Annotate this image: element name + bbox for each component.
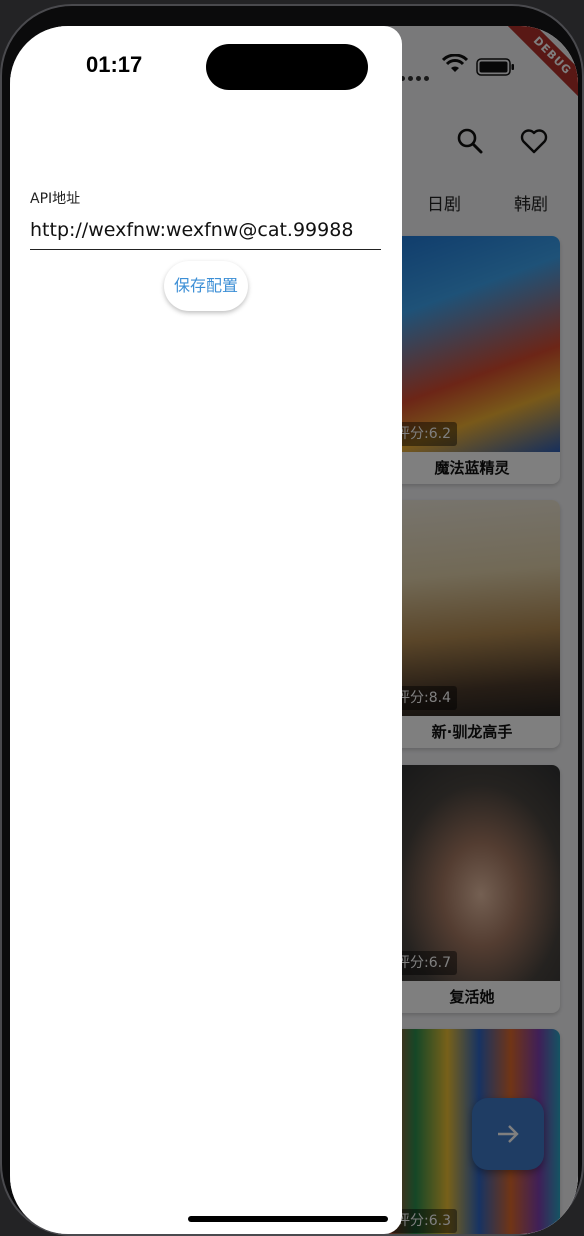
settings-drawer: 01:17 API地址 保存配置 bbox=[10, 26, 402, 1234]
phone-screen: DEBUG 日剧 韩剧 评分:6.2 魔法蓝精灵 bbox=[10, 26, 578, 1234]
home-indicator bbox=[188, 1216, 388, 1222]
save-config-button[interactable]: 保存配置 bbox=[164, 261, 248, 311]
api-url-label: API地址 bbox=[30, 191, 81, 207]
api-url-input[interactable] bbox=[30, 210, 381, 250]
phone-frame: DEBUG 日剧 韩剧 评分:6.2 魔法蓝精灵 bbox=[0, 4, 584, 1236]
status-time: 01:17 bbox=[86, 52, 143, 77]
dynamic-island bbox=[206, 44, 368, 90]
